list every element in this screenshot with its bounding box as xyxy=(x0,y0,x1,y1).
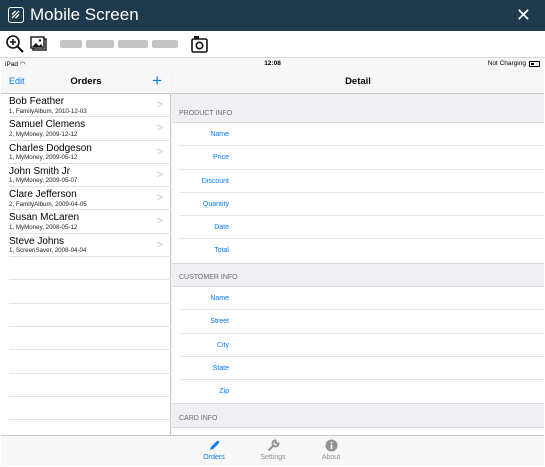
order-name: Bob Feather xyxy=(9,96,65,107)
order-detail: 1, ScreenSaver, 2008-04-04 xyxy=(9,247,87,255)
field-total[interactable]: Total xyxy=(179,239,544,262)
battery-icon xyxy=(529,61,540,67)
order-detail: 1, MyMoney, 2009-05-12 xyxy=(9,154,78,162)
empty-row xyxy=(9,397,171,421)
chevron-right-icon: > xyxy=(156,145,163,158)
field-customer-name[interactable]: Name xyxy=(179,287,544,311)
chevron-right-icon: > xyxy=(156,238,163,251)
empty-row xyxy=(9,280,171,304)
order-detail: 1, MyMoney, 2008-05-12 xyxy=(9,223,78,231)
order-row[interactable]: Susan McLaren 1, MyMoney, 2008-05-12 > xyxy=(9,210,171,234)
field-street[interactable]: Street xyxy=(179,310,544,334)
order-name: Susan McLaren xyxy=(9,212,80,224)
order-name: Clare Jefferson xyxy=(9,189,77,201)
field-label: Name xyxy=(210,295,229,302)
section-header-product: PRODUCT INFO xyxy=(179,110,233,117)
order-name: Steve Johns xyxy=(9,235,65,247)
empty-row xyxy=(9,304,171,327)
field-label: Price xyxy=(213,154,229,162)
empty-row xyxy=(9,374,171,397)
field-label: Name xyxy=(210,131,229,138)
orders-title: Orders xyxy=(70,76,102,87)
window-titlebar: Mobile Screen ✕ xyxy=(0,0,545,31)
wrench-icon xyxy=(267,439,280,452)
order-detail: 1, MyMoney, 2009-05-07 xyxy=(9,177,78,185)
window-title: Mobile Screen xyxy=(30,5,139,24)
empty-row xyxy=(9,350,171,374)
status-bar: iPad ◠ 12:08 Not Charging xyxy=(1,58,544,70)
field-city[interactable]: City xyxy=(179,334,544,357)
order-row[interactable]: Samuel Clemens 2, MyMoney, 2009-12-12 > xyxy=(9,117,171,141)
zoom-in-icon[interactable] xyxy=(5,34,25,54)
field-label: Date xyxy=(214,224,229,232)
detail-title: Detail xyxy=(345,76,371,87)
order-detail: 2, MyMoney, 2009-12-12 xyxy=(9,130,78,138)
section-header-card: CARD INFO xyxy=(179,415,218,422)
field-label: Street xyxy=(210,318,229,326)
tab-orders[interactable]: Orders xyxy=(194,439,234,461)
tab-label: Orders xyxy=(203,454,225,461)
orders-pane: Edit Orders + Bob Feather 1, FamilyAlbum… xyxy=(1,70,171,435)
charging-status: Not Charging xyxy=(487,60,526,67)
section-header-customer: CUSTOMER INFO xyxy=(179,274,238,281)
field-label: Zip xyxy=(219,388,229,396)
empty-row xyxy=(9,257,171,281)
field-quantity[interactable]: Quantity xyxy=(179,193,544,217)
device-selector[interactable] xyxy=(60,37,182,51)
camera-icon[interactable] xyxy=(190,34,210,54)
order-detail: 2, FamilyAlbum, 2009-04-05 xyxy=(9,200,87,208)
pencil-icon xyxy=(208,439,221,452)
app-icon xyxy=(8,7,24,23)
product-info-group: Name Price Discount Quantity Date Total xyxy=(172,122,544,264)
orders-navbar: Edit Orders + xyxy=(1,70,171,94)
field-label: State xyxy=(212,364,229,372)
order-detail: 1, FamilyAlbum, 2010-12-03 xyxy=(9,107,87,115)
field-label: Discount xyxy=(201,177,229,185)
field-price[interactable]: Price xyxy=(179,146,544,170)
customer-info-group: Name Street City State Zip xyxy=(172,286,544,405)
order-row[interactable]: Bob Feather 1, FamilyAlbum, 2010-12-03 > xyxy=(9,94,171,118)
order-name: Charles Dodgeson xyxy=(9,142,92,154)
close-icon[interactable]: ✕ xyxy=(516,5,531,26)
field-product-name[interactable]: Name xyxy=(179,123,544,147)
field-discount[interactable]: Discount xyxy=(179,170,544,193)
order-row[interactable]: John Smith Jr 1, MyMoney, 2009-05-07 > xyxy=(9,164,171,188)
field-zip[interactable]: Zip xyxy=(179,380,544,403)
toolbar xyxy=(0,31,545,58)
order-row[interactable]: Charles Dodgeson 1, MyMoney, 2009-05-12 … xyxy=(9,141,171,164)
detail-navbar: Detail xyxy=(172,70,544,94)
tab-label: Settings xyxy=(260,454,286,461)
field-date[interactable]: Date xyxy=(179,216,544,240)
order-name: Samuel Clemens xyxy=(9,119,86,131)
field-label: Quantity xyxy=(202,200,229,208)
chevron-right-icon: > xyxy=(156,192,163,205)
chevron-right-icon: > xyxy=(156,122,163,135)
chevron-right-icon: > xyxy=(156,99,163,111)
empty-row xyxy=(9,327,171,351)
info-icon xyxy=(325,439,338,452)
order-row[interactable]: Clare Jefferson 2, FamilyAlbum, 2009-04-… xyxy=(9,187,171,211)
status-time: 12:08 xyxy=(264,60,281,67)
order-name: John Smith Jr xyxy=(9,165,71,177)
detail-pane: Detail PRODUCT INFO Name Price Discount … xyxy=(172,70,544,447)
field-label: Total xyxy=(214,247,229,255)
image-icon[interactable] xyxy=(29,34,49,54)
chevron-right-icon: > xyxy=(156,215,163,228)
tab-bar: Orders Settings About xyxy=(1,435,544,466)
tab-about[interactable]: About xyxy=(311,439,351,461)
add-order-button[interactable]: + xyxy=(152,71,162,91)
field-state[interactable]: State xyxy=(179,357,544,381)
field-label: City xyxy=(216,341,229,349)
tab-label: About xyxy=(321,454,341,461)
tab-settings[interactable]: Settings xyxy=(253,439,293,461)
chevron-right-icon: > xyxy=(156,168,163,181)
device-screen: iPad ◠ 12:08 Not Charging Edit Orders + … xyxy=(1,58,544,466)
order-row[interactable]: Steve Johns 1, ScreenSaver, 2008-04-04 > xyxy=(9,234,171,258)
orders-list: Bob Feather 1, FamilyAlbum, 2010-12-03 >… xyxy=(1,94,171,421)
